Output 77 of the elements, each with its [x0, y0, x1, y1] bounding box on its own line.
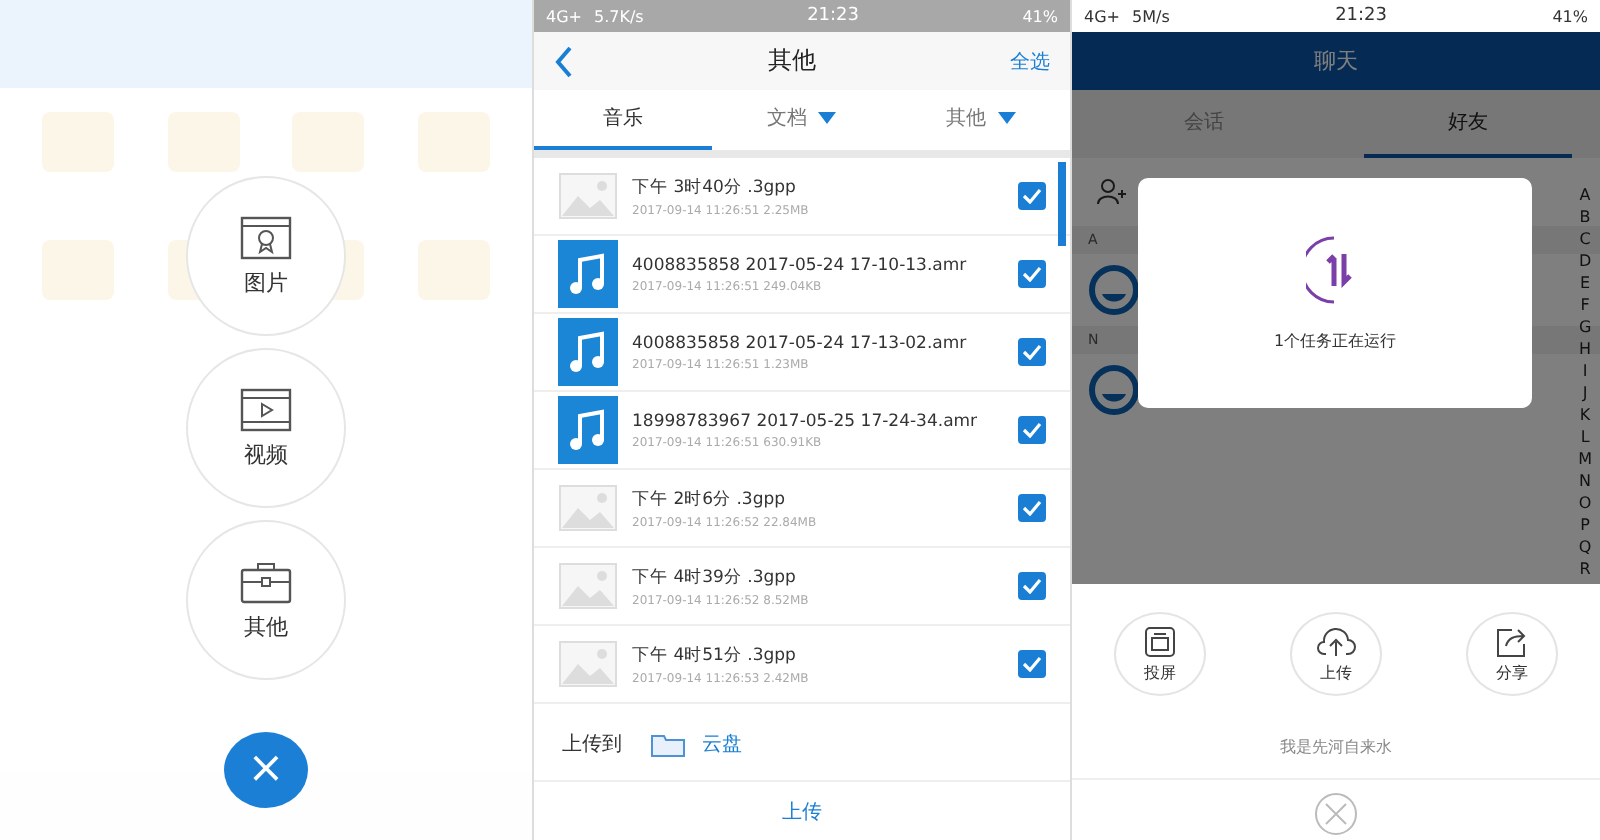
image-placeholder-icon: [558, 172, 618, 220]
category-tab[interactable]: 音乐: [534, 90, 713, 150]
index-letter[interactable]: C: [1579, 228, 1591, 250]
speed-label: 5.7K/s: [594, 7, 644, 25]
avatar-icon[interactable]: [1088, 264, 1140, 316]
signature-text: 我是先河自来水: [1072, 716, 1600, 780]
index-letter[interactable]: D: [1578, 250, 1592, 272]
upload-button[interactable]: 上传: [534, 782, 1070, 840]
file-name: 下午 2时6分 .3gpp: [632, 487, 786, 511]
file-name: 下午 4时51分 .3gpp: [632, 643, 796, 667]
picture-icon: [240, 215, 292, 259]
file-name: 下午 3时40分 .3gpp: [632, 175, 796, 199]
image-placeholder-icon: [558, 484, 618, 532]
destination-folder-link[interactable]: 云盘: [702, 730, 742, 758]
index-letter[interactable]: H: [1579, 338, 1592, 360]
screen-title: 其他: [766, 44, 818, 78]
index-letter[interactable]: P: [1580, 514, 1590, 536]
time-label: 21:23: [807, 6, 859, 26]
menu-option-button[interactable]: 视频: [186, 348, 346, 508]
music-file-icon: [558, 240, 618, 308]
avatar-icon[interactable]: [1088, 364, 1140, 416]
index-letter[interactable]: O: [1578, 492, 1592, 514]
back-icon[interactable]: [554, 45, 574, 77]
category-tab[interactable]: 文档: [712, 90, 892, 150]
briefcase-icon: [240, 559, 292, 603]
checkbox[interactable]: [1018, 416, 1046, 444]
checkbox[interactable]: [1018, 338, 1046, 366]
file-name: 18998783967 2017-05-25 17-24-34.amr: [632, 411, 978, 431]
index-letter[interactable]: G: [1578, 316, 1592, 338]
battery-label: 41%: [1552, 7, 1588, 25]
network-label: 4G+: [546, 7, 582, 25]
share-action-button[interactable]: 投屏: [1114, 612, 1206, 696]
file-name: 下午 4时39分 .3gpp: [632, 565, 796, 589]
close-button[interactable]: ×: [224, 732, 308, 808]
battery-label: 41%: [1022, 7, 1058, 25]
index-letter[interactable]: B: [1579, 206, 1591, 228]
index-letter[interactable]: J: [1582, 382, 1588, 404]
index-letter[interactable]: N: [1579, 470, 1592, 492]
index-letter[interactable]: M: [1578, 448, 1592, 470]
dialog-message: 1个任务正在运行: [1273, 330, 1397, 352]
index-letter[interactable]: K: [1579, 404, 1591, 426]
screen-title: 聊天: [1314, 46, 1358, 76]
time-label: 21:23: [1335, 6, 1387, 26]
checkbox[interactable]: [1018, 650, 1046, 678]
menu-option-button[interactable]: 其他: [186, 520, 346, 680]
index-letter[interactable]: I: [1582, 360, 1588, 382]
speed-label: 5M/s: [1132, 7, 1170, 25]
file-name: 4008835858 2017-05-24 17-10-13.amr: [632, 255, 967, 275]
network-label: 4G+: [1084, 7, 1120, 25]
index-letter[interactable]: L: [1580, 426, 1590, 448]
share-action-button[interactable]: 上传: [1290, 612, 1382, 696]
menu-option-button[interactable]: 图片: [186, 176, 346, 336]
cloud-upload-icon: [1316, 625, 1356, 657]
index-letter[interactable]: R: [1579, 558, 1591, 580]
share-action-button[interactable]: 分享: [1466, 612, 1558, 696]
music-file-icon: [558, 396, 618, 464]
folder-icon: [650, 731, 686, 757]
checkbox[interactable]: [1018, 572, 1046, 600]
index-letter[interactable]: F: [1580, 294, 1590, 316]
index-letter[interactable]: A: [1579, 184, 1591, 206]
upload-to-label: 上传到: [562, 731, 622, 758]
image-placeholder-icon: [558, 640, 618, 688]
film-icon: [240, 387, 292, 431]
checkbox[interactable]: [1018, 494, 1046, 522]
screen-cast-icon: [1142, 625, 1178, 657]
add-friend-icon[interactable]: [1096, 178, 1128, 206]
image-placeholder-icon: [558, 562, 618, 610]
file-name: 4008835858 2017-05-24 17-13-02.amr: [632, 333, 967, 353]
share-icon: [1494, 625, 1530, 657]
index-letter[interactable]: E: [1580, 272, 1591, 294]
select-all-button[interactable]: 全选: [1010, 47, 1050, 75]
category-tab[interactable]: 其他: [891, 90, 1070, 150]
checkbox[interactable]: [1018, 182, 1046, 210]
checkbox[interactable]: [1018, 260, 1046, 288]
index-letter[interactable]: Q: [1578, 536, 1592, 558]
music-file-icon: [558, 318, 618, 386]
scrollbar[interactable]: [1058, 162, 1066, 246]
